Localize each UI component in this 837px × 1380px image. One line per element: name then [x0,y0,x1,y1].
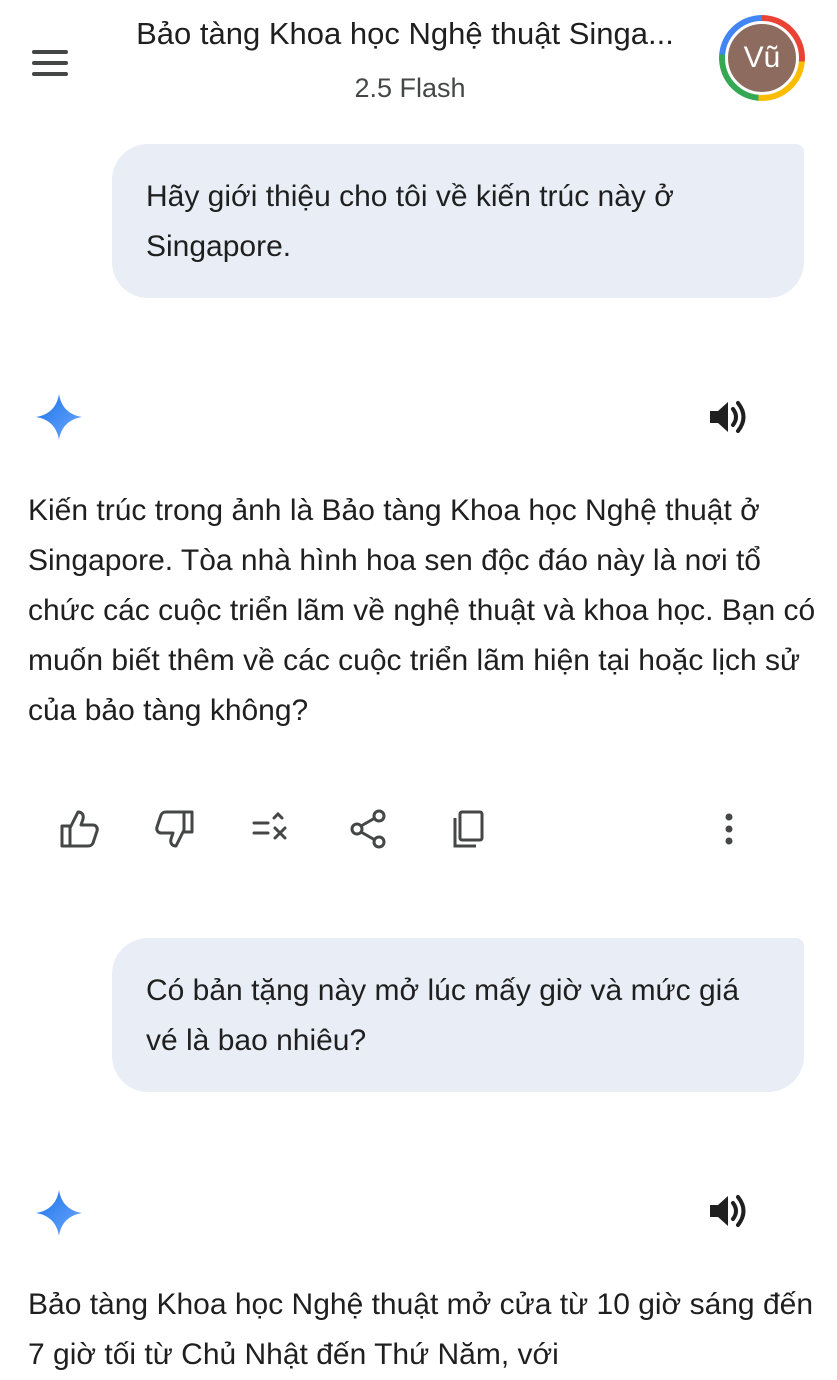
app-header: Bảo tàng Khoa học Nghệ thuật Singa... 2.… [0,0,837,120]
user-message-text: Hãy giới thiệu cho tôi về kiến trúc này … [146,180,674,263]
user-message-bubble: Hãy giới thiệu cho tôi về kiến trúc này … [112,144,804,298]
thumbs-up-icon[interactable] [56,806,102,852]
speaker-icon[interactable] [706,1192,750,1230]
share-icon[interactable] [346,806,392,852]
gemini-sparkle-icon [36,1190,82,1236]
response-actions [0,806,837,854]
chat-title[interactable]: Bảo tàng Khoa học Nghệ thuật Singa... [100,14,710,54]
user-message-text: Có bản tặng này mở lúc mấy giờ và mức gi… [146,974,740,1057]
avatar-initials: Vũ [725,21,799,95]
more-vert-icon[interactable] [706,806,752,852]
copy-icon[interactable] [446,806,492,852]
user-message-bubble: Có bản tặng này mở lúc mấy giờ và mức gi… [112,938,804,1092]
modify-response-icon[interactable] [248,806,294,852]
model-response-text: Kiến trúc trong ảnh là Bảo tàng Khoa học… [28,494,816,727]
gemini-sparkle-icon [36,394,82,440]
thumbs-down-icon[interactable] [152,806,198,852]
speaker-icon[interactable] [706,398,750,436]
model-response-text: Bảo tàng Khoa học Nghệ thuật mở cửa từ 1… [28,1288,814,1371]
menu-icon[interactable] [30,50,70,76]
account-avatar[interactable]: Vũ [719,15,805,101]
model-selector[interactable]: 2.5 Flash [100,70,720,106]
